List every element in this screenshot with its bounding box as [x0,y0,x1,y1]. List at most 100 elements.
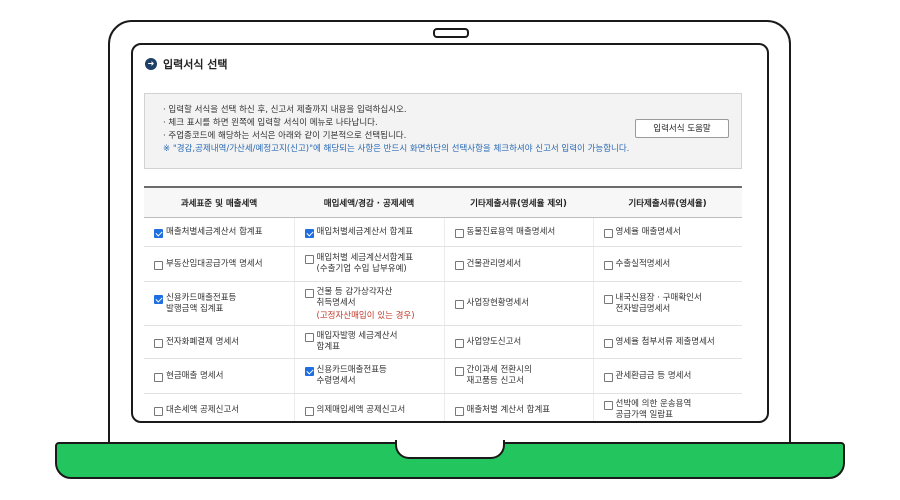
form-option-label: 사업장현황명세서 [466,298,530,308]
form-option-label: 매입처별 세금계산서합계표 (수출기업 수입 납부유예) [316,253,414,274]
form-option[interactable]: 사업양도신고서 [454,337,593,348]
page-title: 입력서식 선택 [163,58,228,71]
table-cell: 의제매입세액 공제신고서 [294,393,445,421]
table-cell: 동물진료용역 매출명세서 [444,217,594,247]
form-checkbox[interactable] [154,338,163,348]
form-checkbox[interactable] [304,333,314,342]
table-cell: 관세환급금 등 명세서 [593,358,743,394]
table-cell: 현금매출 명세서 [144,358,295,394]
form-option-label: 매출처별 계산서 합계표 [466,404,551,415]
form-checkbox[interactable] [454,260,464,270]
form-option-label: 영세율 매출명세서 [615,226,681,237]
form-option[interactable]: 내국신용장 · 구매확인서 전자발급명세서 [603,292,743,315]
form-checkbox[interactable] [154,294,163,304]
form-option-label: 부동산임대공급가액 명세서 [166,258,263,269]
form-checkbox[interactable] [454,300,464,309]
form-option-label: 선박에 의한 운송용역 공급가액 일람표 [615,399,692,420]
form-option-label: 내국신용장 · 구매확인서 전자발급명세서 [615,292,702,314]
form-option[interactable]: 수출실적명세서 [603,258,743,270]
help-button[interactable]: 입력서식 도움말 [635,119,729,138]
form-option[interactable]: 매출처별 계산서 합계표 [454,404,593,416]
camera-icon [433,28,469,38]
info-line-1: · 입력할 서식을 선택 하신 후, 신고서 제출까지 내용을 입력하십시오. [163,105,407,115]
form-option[interactable]: 부동산임대공급가액 명세서 [154,259,294,270]
form-checkbox[interactable] [454,406,464,416]
form-option[interactable]: 사업장현황명세서 [454,298,593,309]
info-note: ※ "경감,공제내역/가산세/예정고지(신고)"에 해당되는 사항은 반드시 화… [163,144,630,154]
form-option[interactable]: 영세율 매출명세서 [603,226,743,238]
table-cell: 사업장현황명세서 [444,281,594,326]
form-checkbox[interactable] [304,406,314,416]
form-option[interactable]: 신용카드매출전표등 수령명세서 [304,365,444,387]
form-option-label: 매출처별세금계산서 합계표 [166,226,263,237]
form-checkbox[interactable] [603,294,613,304]
form-option[interactable]: 영세율 첨부서류 제출명세서 [603,337,743,348]
form-checkbox[interactable] [454,338,464,348]
table-cell: 선박에 의한 운송용역 공급가액 일람표 [593,393,743,421]
table-row: 현금매출 명세서 신용카드매출전표등 수령명세서 간이과세 전환시의 재고품등 신고… [144,358,743,394]
info-line-3: · 주업종코드에 해당하는 서식은 아래와 같이 기본적으로 선택됩니다. [163,131,407,141]
form-option[interactable]: 동물진료용역 매출명세서 [454,226,593,238]
form-option[interactable]: 매입처별세금계산서 합계표 [304,226,444,238]
laptop-notch [395,440,505,459]
form-checkbox[interactable] [603,260,613,270]
column-header: 기타제출서류(영세율 제외) [444,186,593,218]
table-cell: 건물관리명세서 [444,246,594,282]
form-option[interactable]: 간이과세 전환시의 재고품등 신고서 [454,365,593,387]
form-option[interactable]: 대손세액 공제신고서 [154,405,294,416]
column-header: 과세표준 및 매출세액 [144,186,294,218]
form-checkbox[interactable] [304,288,314,298]
form-option-label: 매입처별세금계산서 합계표 [316,226,414,237]
form-option-label: 대손세액 공제신고서 [166,404,240,415]
table-cell: 영세율 매출명세서 [593,217,743,247]
table-cell: 수출실적명세서 [593,246,743,282]
column-header: 매입세액/경감 · 공제세액 [294,186,444,218]
form-checkbox[interactable] [154,372,163,382]
table-cell: 매입자발행 세금계산서 합계표 [294,325,445,359]
form-checkbox[interactable] [304,367,314,376]
form-option-label: 건물관리명세서 [466,258,522,269]
screen: ➜ 입력서식 선택 · 입력할 서식을 선택 하신 후, 신고서 제출까지 내용… [131,43,769,423]
form-option-label: 건물 등 감가상각자산 취득명세서 [316,286,393,308]
form-checkbox[interactable] [454,228,464,238]
table-cell: 건물 등 감가상각자산 취득명세서 (고정자산매입이 있는 경우) [294,281,445,326]
info-line-2: · 체크 표시를 하면 왼쪽에 입력할 서식이 메뉴로 나타납니다. [163,118,378,128]
form-option[interactable]: 건물 등 감가상각자산 취득명세서 (고정자산매입이 있는 경우) [304,286,444,321]
table-cell: 신용카드매출전표등 발행금액 집계표 [144,281,295,326]
form-option-label: 수출실적명세서 [615,258,671,269]
table-cell: 간이과세 전환시의 재고품등 신고서 [444,358,594,394]
info-box: · 입력할 서식을 선택 하신 후, 신고서 제출까지 내용을 입력하십시오. … [144,93,742,169]
form-checkbox[interactable] [304,228,314,238]
form-option[interactable]: 관세환급금 등 명세서 [603,371,743,382]
form-option[interactable]: 매입자발행 세금계산서 합계표 [304,331,444,353]
form-checkbox[interactable] [154,406,163,416]
form-option-label: 신용카드매출전표등 수령명세서 [316,365,387,386]
form-checkbox[interactable] [603,228,613,238]
form-checkbox[interactable] [454,367,464,376]
form-option[interactable]: 현금매출 명세서 [154,371,294,382]
form-checkbox[interactable] [603,338,613,348]
form-option[interactable]: 매입처별 세금계산서합계표 (수출기업 수입 납부유예) [304,253,444,275]
form-checkbox[interactable] [304,255,314,264]
form-option[interactable]: 의제매입세액 공제신고서 [304,405,444,416]
section-header: ➜ 입력서식 선택 [145,55,228,73]
form-option[interactable]: 선박에 의한 운송용역 공급가액 일람표 [603,399,743,421]
form-option[interactable]: 전자화폐결제 명세서 [154,337,294,348]
form-checkbox[interactable] [603,401,613,410]
table-cell: 영세율 첨부서류 제출명세서 [593,325,743,359]
table-cell: 대손세액 공제신고서 [144,393,295,421]
form-checkbox[interactable] [154,260,163,270]
table-row: 매출처별세금계산서 합계표 매입처별세금계산서 합계표 동물진료용역 매출명세서 영세… [144,217,743,247]
form-option[interactable]: 신용카드매출전표등 발행금액 집계표 [154,293,294,315]
column-header: 기타제출서류(영세율) [593,186,742,218]
form-option-label: 매입자발행 세금계산서 합계표 [316,331,398,352]
form-checkbox[interactable] [603,372,613,382]
form-option-label: 현금매출 명세서 [166,370,224,381]
form-option-label: 동물진료용역 매출명세서 [466,226,556,237]
form-option[interactable]: 매출처별세금계산서 합계표 [154,227,294,238]
form-option[interactable]: 건물관리명세서 [454,258,593,270]
form-checkbox[interactable] [154,228,163,238]
table-cell: 사업양도신고서 [444,325,594,359]
arrow-circle-icon: ➜ [145,58,157,70]
form-option-label: 신용카드매출전표등 발행금액 집계표 [166,292,237,314]
